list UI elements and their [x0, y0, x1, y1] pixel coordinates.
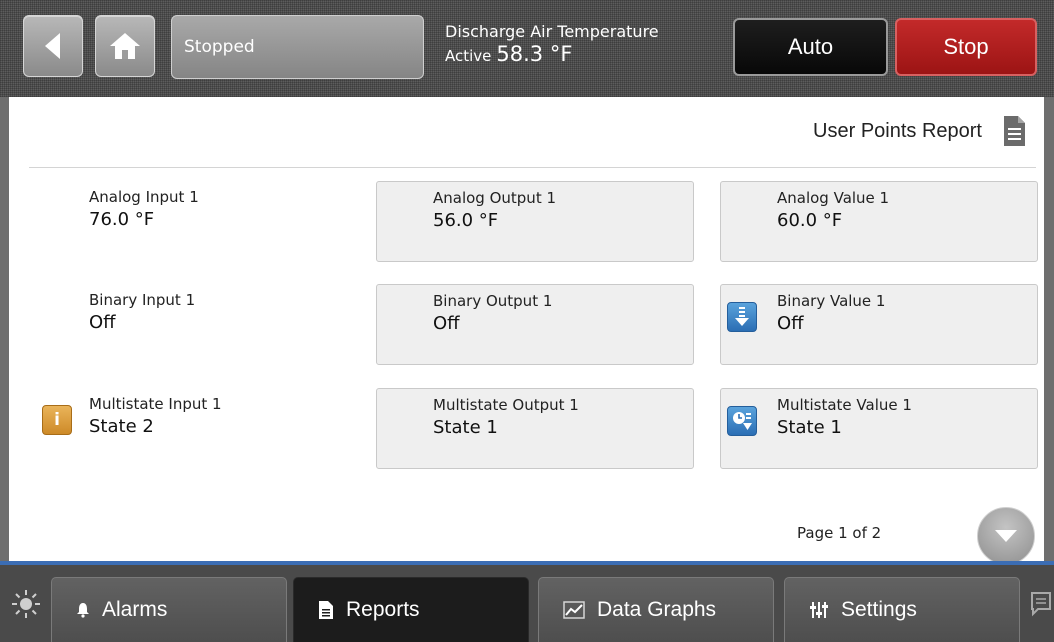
point-binary-value-1[interactable]: Binary Value 1 Off — [720, 284, 1038, 365]
chat-bubble-icon — [1031, 592, 1051, 617]
tab-label: Alarms — [102, 598, 168, 621]
stop-button-label: Stop — [943, 34, 989, 59]
document-icon[interactable] — [1002, 115, 1026, 147]
tab-label: Data Graphs — [597, 598, 717, 621]
document-icon — [319, 601, 333, 619]
point-name: Multistate Value 1 — [777, 396, 912, 414]
sun-icon — [12, 590, 40, 618]
tab-label: Reports — [346, 598, 420, 621]
graph-icon — [563, 601, 585, 619]
report-panel: User Points Report Analog Input 1 76.0 °… — [9, 97, 1044, 565]
stop-button[interactable]: Stop — [895, 18, 1037, 76]
info-icon: i — [42, 405, 72, 435]
top-bar: Stopped Discharge Air Temperature Active… — [0, 0, 1054, 97]
report-header: User Points Report — [813, 115, 1026, 147]
point-value: State 1 — [433, 417, 498, 438]
report-title: User Points Report — [813, 119, 982, 142]
override-down-icon — [727, 302, 757, 332]
tab-settings[interactable]: Settings — [784, 577, 1020, 642]
point-multistate-value-1[interactable]: Multistate Value 1 State 1 — [720, 388, 1038, 469]
temperature-value: 58.3 °F — [496, 42, 573, 66]
point-analog-input-1[interactable]: Analog Input 1 76.0 °F — [31, 181, 349, 262]
tab-label: Settings — [841, 598, 917, 621]
home-icon — [110, 33, 140, 59]
brightness-button[interactable] — [10, 588, 42, 620]
chevron-down-icon — [995, 530, 1017, 542]
auto-button[interactable]: Auto — [733, 18, 888, 76]
next-page-button[interactable] — [977, 507, 1035, 565]
temperature-display: Discharge Air Temperature Active 58.3 °F — [445, 22, 659, 66]
back-button[interactable] — [23, 15, 83, 77]
point-value: 56.0 °F — [433, 210, 499, 231]
point-multistate-input-1[interactable]: i Multistate Input 1 State 2 — [31, 388, 349, 469]
bell-icon — [77, 603, 89, 618]
tab-data-graphs[interactable]: Data Graphs — [538, 577, 774, 642]
point-analog-output-1[interactable]: Analog Output 1 56.0 °F — [376, 181, 694, 262]
messages-button[interactable] — [1030, 591, 1052, 621]
back-arrow-icon — [45, 33, 60, 59]
bottom-navigation: Alarms Reports Data Graphs Settings — [0, 565, 1054, 642]
temperature-title: Discharge Air Temperature — [445, 22, 659, 41]
page-indicator: Page 1 of 2 — [797, 524, 882, 542]
point-value: State 2 — [89, 416, 154, 437]
point-name: Binary Input 1 — [89, 291, 196, 309]
home-button[interactable] — [95, 15, 155, 77]
auto-button-label: Auto — [787, 34, 834, 59]
status-text: Stopped — [184, 37, 255, 57]
point-name: Analog Value 1 — [777, 189, 890, 207]
tab-alarms[interactable]: Alarms — [51, 577, 287, 642]
point-name: Analog Output 1 — [433, 189, 557, 207]
scheduled-override-icon — [727, 406, 757, 436]
temperature-state: Active — [445, 47, 492, 65]
header-divider — [29, 167, 1036, 168]
point-value: 76.0 °F — [89, 209, 155, 230]
point-multistate-output-1[interactable]: Multistate Output 1 State 1 — [376, 388, 694, 469]
status-display[interactable]: Stopped — [171, 15, 424, 79]
point-name: Multistate Input 1 — [89, 395, 222, 413]
point-value: State 1 — [777, 417, 842, 438]
point-value: Off — [433, 313, 460, 334]
point-value: Off — [89, 312, 116, 333]
point-analog-value-1[interactable]: Analog Value 1 60.0 °F — [720, 181, 1038, 262]
tab-reports[interactable]: Reports — [293, 577, 529, 642]
point-name: Binary Value 1 — [777, 292, 886, 310]
point-binary-input-1[interactable]: Binary Input 1 Off — [31, 284, 349, 365]
point-name: Analog Input 1 — [89, 188, 199, 206]
sliders-icon — [810, 602, 828, 618]
point-binary-output-1[interactable]: Binary Output 1 Off — [376, 284, 694, 365]
point-value: 60.0 °F — [777, 210, 843, 231]
point-value: Off — [777, 313, 804, 334]
point-name: Multistate Output 1 — [433, 396, 579, 414]
point-name: Binary Output 1 — [433, 292, 553, 310]
